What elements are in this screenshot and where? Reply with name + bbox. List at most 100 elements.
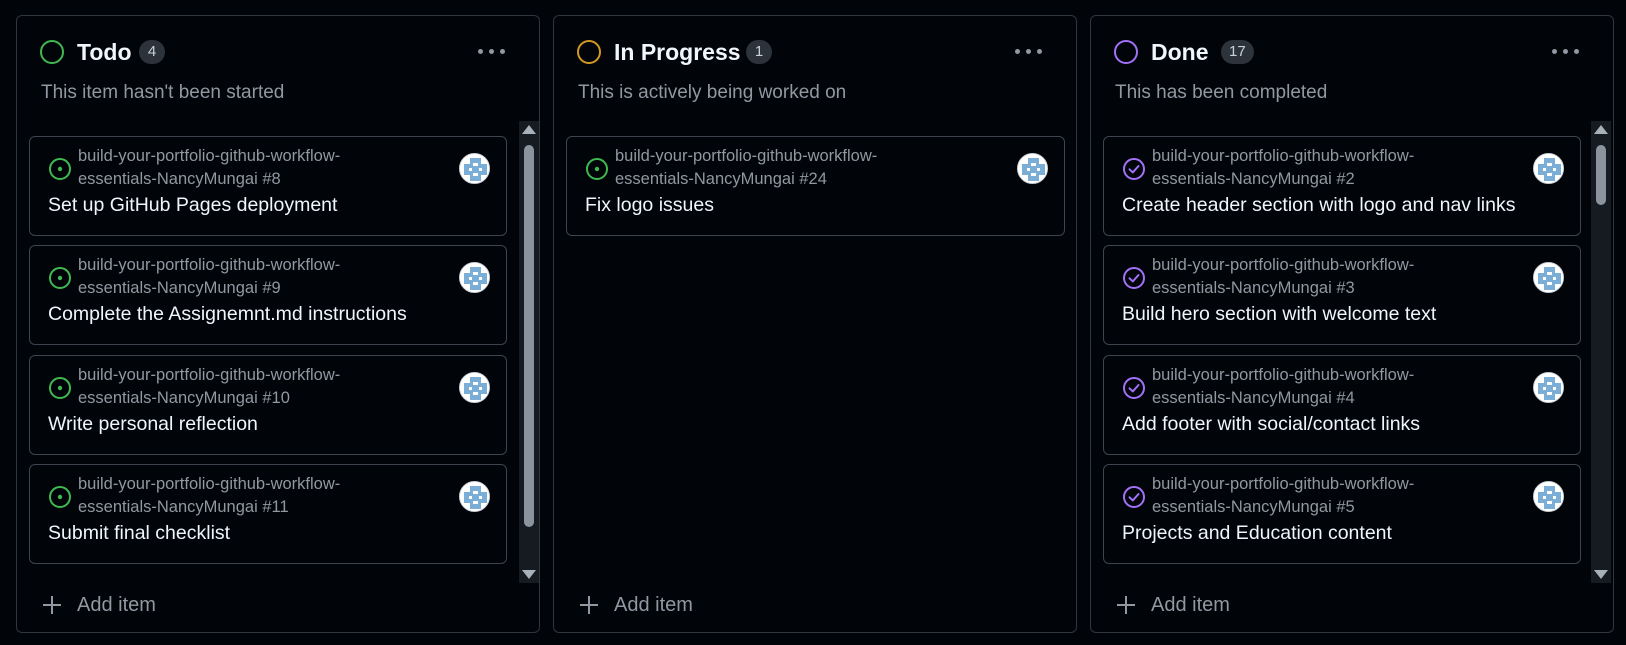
scroll-thumb[interactable] [1596, 145, 1606, 205]
plus-icon [1117, 596, 1135, 614]
card-repo[interactable]: build-your-portfolio-github-workflow-ess… [1152, 254, 1492, 300]
scroll-up-arrow-icon[interactable] [1594, 125, 1608, 134]
column-description: This is actively being worked on [578, 82, 847, 103]
item-count-badge: 1 [746, 40, 772, 64]
card-title[interactable]: Fix logo issues [585, 193, 714, 217]
issue-open-icon [49, 486, 71, 508]
column-options-button[interactable] [475, 44, 509, 62]
scroll-up-arrow-icon[interactable] [522, 125, 536, 134]
assignee-avatar[interactable] [1533, 372, 1564, 403]
repo-name-line2: essentials-NancyMungai #10 [78, 389, 290, 407]
card-repo[interactable]: build-your-portfolio-github-workflow-ess… [615, 145, 955, 191]
column-title: Todo [77, 39, 132, 65]
add-item-button[interactable]: Add item [43, 594, 243, 624]
repo-name-line1: build-your-portfolio-github-workflow- [78, 147, 341, 165]
repo-name-line1: build-your-portfolio-github-workflow- [78, 475, 341, 493]
repo-name-line1: build-your-portfolio-github-workflow- [1152, 147, 1415, 165]
card-title[interactable]: Add footer with social/contact links [1122, 412, 1420, 436]
repo-name-line1: build-your-portfolio-github-workflow- [78, 366, 341, 384]
column-done: Done 17 This has been completed build-yo… [1090, 15, 1614, 633]
column-description: This item hasn't been started [41, 82, 285, 103]
item-card[interactable]: build-your-portfolio-github-workflow-ess… [566, 136, 1065, 236]
column-title: In Progress [614, 39, 741, 65]
item-card[interactable]: build-your-portfolio-github-workflow-ess… [29, 355, 507, 455]
item-card[interactable]: build-your-portfolio-github-workflow-ess… [1103, 355, 1581, 455]
card-repo[interactable]: build-your-portfolio-github-workflow-ess… [78, 145, 418, 191]
column-options-button[interactable] [1012, 44, 1046, 62]
column-header: Todo 4 This item hasn't been started [17, 16, 539, 126]
issue-closed-icon [1123, 377, 1145, 399]
issue-open-icon [49, 377, 71, 399]
item-count-badge: 17 [1221, 40, 1254, 64]
assignee-avatar[interactable] [1533, 153, 1564, 184]
scroll-down-arrow-icon[interactable] [1594, 570, 1608, 579]
in-progress-status-icon [577, 40, 601, 64]
card-repo[interactable]: build-your-portfolio-github-workflow-ess… [1152, 145, 1492, 191]
repo-name-line2: essentials-NancyMungai #2 [1152, 170, 1355, 188]
card-title[interactable]: Write personal reflection [48, 412, 258, 436]
card-title[interactable]: Projects and Education content [1122, 521, 1392, 545]
scroll-down-arrow-icon[interactable] [522, 570, 536, 579]
repo-name-line2: essentials-NancyMungai #24 [615, 170, 827, 188]
repo-name-line2: essentials-NancyMungai #8 [78, 170, 281, 188]
assignee-avatar[interactable] [1533, 481, 1564, 512]
column-todo: Todo 4 This item hasn't been started bui… [16, 15, 540, 633]
column-header: In Progress 1 This is actively being wor… [554, 16, 1076, 126]
issue-closed-icon [1123, 486, 1145, 508]
item-card[interactable]: build-your-portfolio-github-workflow-ess… [1103, 464, 1581, 564]
column-options-button[interactable] [1549, 44, 1583, 62]
issue-open-icon [49, 158, 71, 180]
card-title[interactable]: Build hero section with welcome text [1122, 302, 1436, 326]
repo-name-line2: essentials-NancyMungai #3 [1152, 279, 1355, 297]
repo-name-line2: essentials-NancyMungai #5 [1152, 498, 1355, 516]
repo-name-line1: build-your-portfolio-github-workflow- [78, 256, 341, 274]
repo-name-line1: build-your-portfolio-github-workflow- [615, 147, 878, 165]
card-title[interactable]: Create header section with logo and nav … [1122, 193, 1516, 217]
repo-name-line1: build-your-portfolio-github-workflow- [1152, 366, 1415, 384]
card-repo[interactable]: build-your-portfolio-github-workflow-ess… [78, 364, 418, 410]
assignee-avatar[interactable] [1017, 153, 1048, 184]
column-header: Done 17 This has been completed [1091, 16, 1613, 126]
plus-icon [43, 596, 61, 614]
card-repo[interactable]: build-your-portfolio-github-workflow-ess… [78, 254, 418, 300]
item-card[interactable]: build-your-portfolio-github-workflow-ess… [1103, 136, 1581, 236]
add-item-button[interactable]: Add item [580, 594, 780, 624]
item-card[interactable]: build-your-portfolio-github-workflow-ess… [1103, 245, 1581, 345]
card-repo[interactable]: build-your-portfolio-github-workflow-ess… [78, 473, 418, 519]
assignee-avatar[interactable] [459, 153, 490, 184]
issue-closed-icon [1123, 158, 1145, 180]
repo-name-line2: essentials-NancyMungai #9 [78, 279, 281, 297]
column-scrollbar[interactable] [519, 121, 539, 583]
card-repo[interactable]: build-your-portfolio-github-workflow-ess… [1152, 364, 1492, 410]
card-title[interactable]: Set up GitHub Pages deployment [48, 193, 337, 217]
card-repo[interactable]: build-your-portfolio-github-workflow-ess… [1152, 473, 1492, 519]
card-title[interactable]: Submit final checklist [48, 521, 230, 545]
item-card[interactable]: build-your-portfolio-github-workflow-ess… [29, 136, 507, 236]
add-item-label: Add item [1151, 594, 1230, 616]
project-board: Todo 4 This item hasn't been started bui… [0, 0, 1626, 645]
card-title[interactable]: Complete the Assignemnt.md instructions [48, 302, 407, 326]
done-status-icon [1114, 40, 1138, 64]
column-scrollbar[interactable] [1591, 121, 1611, 583]
assignee-avatar[interactable] [459, 372, 490, 403]
issue-open-icon [586, 158, 608, 180]
issue-open-icon [49, 267, 71, 289]
item-count-badge: 4 [139, 40, 165, 64]
assignee-avatar[interactable] [459, 262, 490, 293]
assignee-avatar[interactable] [1533, 262, 1564, 293]
item-card[interactable]: build-your-portfolio-github-workflow-ess… [29, 245, 507, 345]
repo-name-line2: essentials-NancyMungai #4 [1152, 389, 1355, 407]
column-description: This has been completed [1115, 82, 1328, 103]
assignee-avatar[interactable] [459, 481, 490, 512]
column-in-progress: In Progress 1 This is actively being wor… [553, 15, 1077, 633]
repo-name-line1: build-your-portfolio-github-workflow- [1152, 256, 1415, 274]
plus-icon [580, 596, 598, 614]
todo-status-icon [40, 40, 64, 64]
repo-name-line1: build-your-portfolio-github-workflow- [1152, 475, 1415, 493]
column-title: Done [1151, 39, 1209, 65]
add-item-label: Add item [614, 594, 693, 616]
scroll-thumb[interactable] [524, 145, 534, 527]
item-card[interactable]: build-your-portfolio-github-workflow-ess… [29, 464, 507, 564]
add-item-button[interactable]: Add item [1117, 594, 1317, 624]
repo-name-line2: essentials-NancyMungai #11 [78, 498, 289, 516]
